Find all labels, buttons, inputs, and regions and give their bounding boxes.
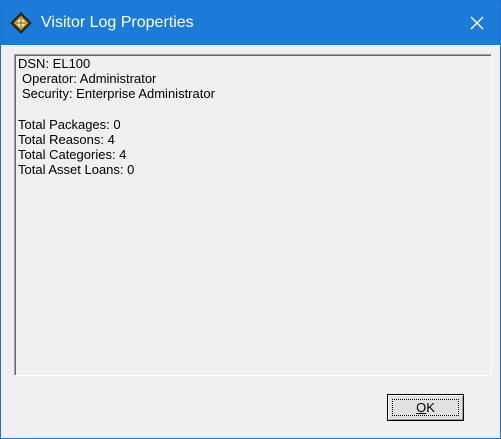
ok-button[interactable]: OK	[387, 394, 464, 421]
total-reasons-text: Total Reasons: 4	[18, 132, 115, 147]
close-button[interactable]	[454, 1, 500, 45]
window-title: Visitor Log Properties	[41, 14, 194, 31]
visitor-log-diamond-icon	[10, 12, 32, 34]
operator-text: Operator: Administrator	[22, 71, 157, 86]
properties-info-box: DSN: EL100 Operator: Administrator Secur…	[14, 54, 492, 376]
title-bar[interactable]: Visitor Log Properties	[1, 1, 500, 45]
total-categories-text: Total Categories: 4	[18, 147, 127, 162]
total-packages-text: Total Packages: 0	[18, 117, 121, 132]
dialog-client-area: DSN: EL100 Operator: Administrator Secur…	[1, 45, 500, 438]
ok-label-rest: K	[426, 400, 435, 415]
ok-mnemonic: O	[416, 400, 427, 415]
dsn-text: DSN: EL100	[18, 56, 91, 71]
total-asset-loans-text: Total Asset Loans: 0	[18, 162, 135, 177]
ok-button-label: OK	[416, 400, 435, 415]
close-icon	[470, 16, 484, 30]
dialog-window: Visitor Log Properties DSN: EL100 Operat…	[0, 0, 501, 439]
security-text: Security: Enterprise Administrator	[22, 86, 215, 101]
